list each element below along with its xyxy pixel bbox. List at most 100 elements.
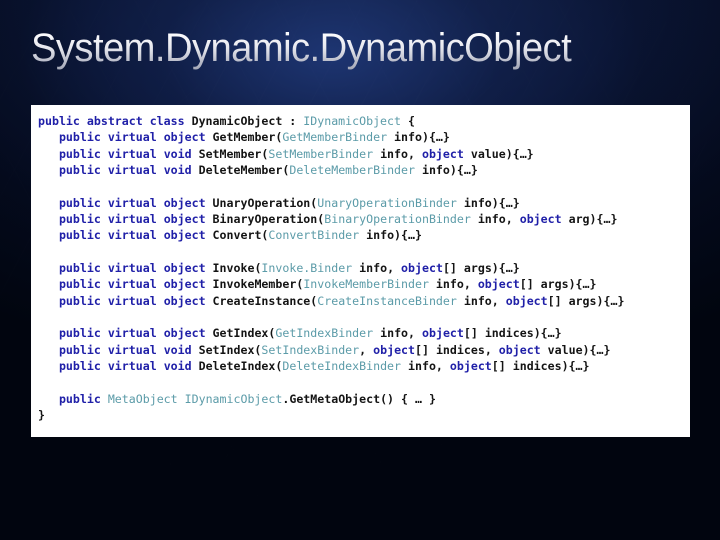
code-token: public — [58, 293, 101, 308]
code-token: public — [58, 359, 101, 374]
code-token: object — [373, 342, 416, 357]
code-token: info, — [373, 146, 422, 161]
code-token: [] indices, — [415, 342, 499, 357]
code-token: arg){…} — [561, 212, 618, 227]
code-line: public virtual object InvokeMember(Invok… — [38, 276, 690, 292]
code-token: public — [58, 391, 101, 406]
code-token: public — [58, 195, 101, 210]
code-token: BinaryOperationBinder — [324, 212, 471, 227]
code-token: object — [519, 212, 562, 227]
code-token: DeleteIndex( — [191, 359, 283, 374]
code-token: DeleteMember( — [191, 163, 290, 178]
code-token: public — [58, 261, 101, 276]
code-token: class — [149, 114, 185, 128]
code-token: virtual — [107, 342, 157, 357]
code-token: object — [421, 146, 464, 161]
code-token: public — [38, 114, 80, 128]
code-token: object — [163, 277, 206, 292]
code-token: InvokeMember( — [205, 277, 304, 292]
code-token: BinaryOperation( — [205, 212, 325, 227]
code-token: public — [58, 163, 101, 178]
code-token: DeleteMemberBinder — [289, 163, 415, 178]
code-token: [] indices){…} — [463, 326, 562, 341]
code-line: public virtual void SetMember(SetMemberB… — [38, 146, 690, 162]
code-token: public — [58, 326, 101, 341]
code-token: Convert( — [205, 228, 269, 243]
code-token: info){…} — [414, 163, 478, 178]
code-token: virtual — [107, 130, 157, 145]
code-line: public virtual object Invoke(Invoke.Bind… — [38, 260, 690, 276]
code-token: DeleteIndexBinder — [282, 359, 402, 374]
code-token: [] args){…} — [442, 261, 520, 276]
code-token: void — [163, 163, 192, 178]
code-token: SetIndexBinder — [261, 342, 360, 357]
code-token: virtual — [107, 212, 157, 227]
code-line: public virtual object GetMember(GetMembe… — [38, 129, 690, 145]
page-title: System.Dynamic.DynamicObject — [31, 20, 661, 76]
code-token: public — [58, 228, 101, 243]
code-token: , — [359, 342, 374, 357]
code-token: object — [498, 342, 541, 357]
code-token: SetMemberBinder — [268, 146, 374, 161]
code-token: Invoke( — [205, 261, 262, 276]
code-token: info, — [428, 277, 478, 292]
code-token: ConvertBinder — [268, 228, 360, 243]
code-token: virtual — [107, 359, 157, 374]
code-token: info, — [352, 261, 402, 276]
code-token: SetIndex( — [191, 342, 262, 357]
code-token: .GetMetaObject() { … } — [282, 391, 436, 406]
code-token: void — [163, 146, 192, 161]
code-token: object — [401, 261, 443, 276]
code-token: virtual — [107, 277, 157, 292]
code-token: DynamicObject : — [184, 114, 304, 128]
code-token: object — [163, 228, 206, 243]
code-line: public virtual object CreateInstance(Cre… — [38, 293, 690, 309]
code-token: info, — [470, 212, 520, 227]
code-line: public MetaObject IDynamicObject.GetMeta… — [38, 391, 690, 407]
code-token: info){…} — [456, 195, 520, 210]
code-line: public abstract class DynamicObject : ID… — [38, 113, 690, 129]
code-line: public virtual object BinaryOperation(Bi… — [38, 211, 690, 227]
code-token: object — [163, 130, 206, 145]
code-token: object — [163, 195, 206, 210]
code-token: virtual — [107, 195, 157, 210]
code-token: InvokeMemberBinder — [303, 277, 429, 292]
code-token: SetMember( — [191, 146, 269, 161]
code-token: object — [163, 326, 206, 341]
code-token: IDynamicObject — [184, 391, 283, 406]
code-line: public virtual object GetIndex(GetIndexB… — [38, 325, 690, 341]
code-token: } — [38, 408, 45, 423]
code-token: virtual — [107, 228, 157, 243]
code-token: public — [58, 277, 101, 292]
code-token: virtual — [107, 293, 157, 308]
code-token: public — [58, 212, 101, 227]
code-token: virtual — [107, 163, 157, 178]
code-token: { — [401, 114, 415, 128]
